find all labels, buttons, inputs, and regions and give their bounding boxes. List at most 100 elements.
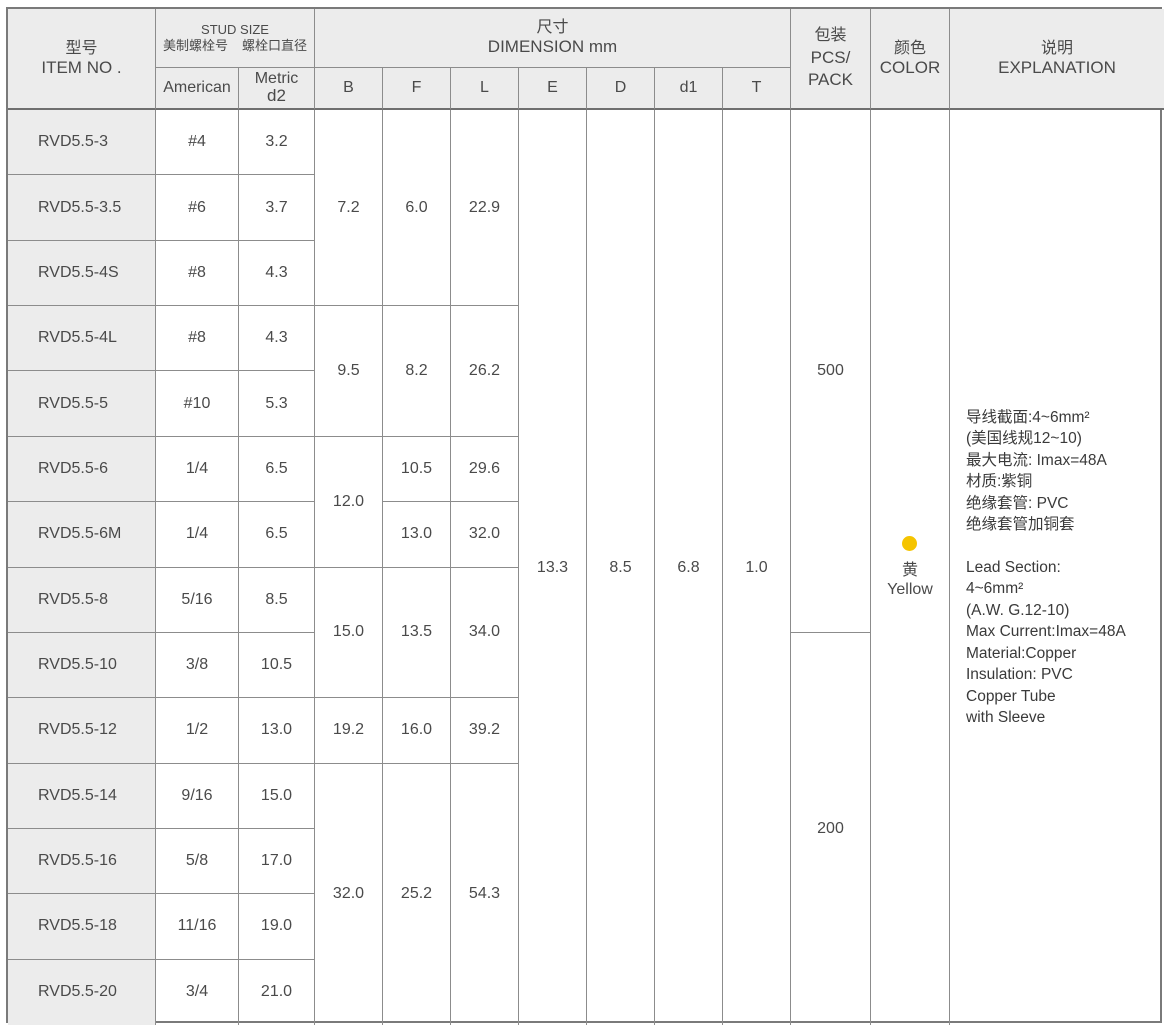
header-col-l: L bbox=[451, 68, 519, 110]
table-row-metric: 8.5 bbox=[239, 567, 315, 633]
expl-spacer bbox=[966, 536, 1126, 557]
table-row-item: RVD5.5-4L bbox=[8, 306, 156, 372]
header-pack-en1: PCS/ bbox=[810, 47, 851, 67]
cell-b: 15.0 bbox=[315, 567, 383, 699]
cell-l: 29.6 bbox=[451, 436, 519, 503]
cell-t: 1.0 bbox=[723, 110, 791, 1026]
table-row-item: RVD5.5-8 bbox=[8, 567, 156, 633]
table-row-metric: 6.5 bbox=[239, 502, 315, 568]
cell-f: 16.0 bbox=[383, 698, 451, 764]
header-stud-title: STUD SIZE bbox=[201, 22, 269, 38]
cell-pack: 500 bbox=[791, 110, 871, 633]
expl-en-line: (A.W. G.12-10) bbox=[966, 601, 1070, 619]
table-row-american: #8 bbox=[156, 306, 239, 372]
expl-zh-line: 绝缘套管加铜套 bbox=[966, 516, 1075, 534]
header-stud-size: STUD SIZE 美制螺栓号 螺栓口直径 bbox=[156, 9, 315, 68]
cell-l: 34.0 bbox=[451, 567, 519, 699]
cell-b: 12.0 bbox=[315, 436, 383, 568]
table-row-american: #8 bbox=[156, 240, 239, 307]
expl-en-line: 4~6mm² bbox=[966, 580, 1024, 598]
header-dim-en: DIMENSION mm bbox=[487, 37, 618, 57]
table-row-american: 11/16 bbox=[156, 894, 239, 960]
table-row-item: RVD5.5-6 bbox=[8, 436, 156, 503]
cell-d1: 6.8 bbox=[655, 110, 723, 1026]
table-row-item: RVD5.5-3 bbox=[8, 110, 156, 176]
color-zh: 黄 bbox=[901, 561, 918, 579]
header-explanation: 说明 EXPLANATION bbox=[950, 9, 1164, 110]
header-dim-zh: 尺寸 bbox=[536, 19, 569, 37]
table-row-item: RVD5.5-12 bbox=[8, 698, 156, 764]
header-pack: 包装 PCS/ PACK bbox=[791, 9, 871, 110]
cell-b: 32.0 bbox=[315, 763, 383, 1026]
expl-en-line: Max Current:Imax=48A bbox=[966, 623, 1126, 641]
header-item-en: ITEM NO . bbox=[41, 57, 122, 77]
header-col-b-label: B bbox=[343, 79, 354, 96]
table-row-american: 5/8 bbox=[156, 828, 239, 895]
expl-zh-line: 绝缘套管: PVC bbox=[966, 494, 1069, 512]
header-col-f-label: F bbox=[411, 79, 422, 96]
cell-e: 13.3 bbox=[519, 110, 587, 1026]
table-row-american: #4 bbox=[156, 110, 239, 176]
header-pack-en2: PACK bbox=[807, 69, 854, 89]
cell-l: 39.2 bbox=[451, 698, 519, 764]
header-col-l-label: L bbox=[480, 79, 489, 96]
header-item-zh: 型号 bbox=[65, 39, 98, 57]
table-row-american: #10 bbox=[156, 371, 239, 437]
expl-en-line: with Sleeve bbox=[966, 709, 1046, 727]
table-row-american: 1/2 bbox=[156, 698, 239, 764]
header-color-zh: 颜色 bbox=[893, 39, 926, 57]
header-col-t-label: T bbox=[751, 79, 762, 96]
table-row-american: 9/16 bbox=[156, 763, 239, 829]
table-row-american: 1/4 bbox=[156, 502, 239, 568]
cell-b: 7.2 bbox=[315, 110, 383, 307]
cell-l: 22.9 bbox=[451, 110, 519, 307]
expl-en-line: Insulation: PVC bbox=[966, 666, 1073, 684]
header-col-t: T bbox=[723, 68, 791, 110]
table-row-item: RVD5.5-16 bbox=[8, 828, 156, 895]
cell-l: 26.2 bbox=[451, 306, 519, 437]
table-row-item: RVD5.5-3.5 bbox=[8, 175, 156, 241]
header-col-f: F bbox=[383, 68, 451, 110]
table-row-metric: 3.7 bbox=[239, 175, 315, 241]
table-row-metric: 21.0 bbox=[239, 959, 315, 1026]
table-row-american: 3/8 bbox=[156, 632, 239, 699]
table-row-item: RVD5.5-6M bbox=[8, 502, 156, 568]
table-row-metric: 5.3 bbox=[239, 371, 315, 437]
cell-f: 10.5 bbox=[383, 436, 451, 503]
header-col-d1: d1 bbox=[655, 68, 723, 110]
expl-en-line: Material:Copper bbox=[966, 644, 1077, 662]
table-row-metric: 19.0 bbox=[239, 894, 315, 960]
header-col-d: D bbox=[587, 68, 655, 110]
header-color: 颜色 COLOR bbox=[871, 9, 950, 110]
table-row-american: 1/4 bbox=[156, 436, 239, 503]
header-col-d-label: D bbox=[614, 79, 627, 96]
table-row-american: #6 bbox=[156, 175, 239, 241]
header-metric-line1: Metric bbox=[254, 69, 299, 87]
table-row-metric: 3.2 bbox=[239, 110, 315, 176]
header-stud-sub: 美制螺栓号 螺栓口直径 bbox=[163, 38, 307, 54]
expl-zh-line: 材质:紫铜 bbox=[966, 473, 1033, 491]
header-american: American bbox=[156, 68, 239, 110]
cell-d: 8.5 bbox=[587, 110, 655, 1026]
table-row-metric: 15.0 bbox=[239, 763, 315, 829]
header-item-no: 型号 ITEM NO . bbox=[8, 9, 156, 110]
table-row-item: RVD5.5-18 bbox=[8, 894, 156, 960]
header-american-label: American bbox=[163, 79, 231, 96]
cell-l: 54.3 bbox=[451, 763, 519, 1026]
expl-zh-line: 最大电流: Imax=48A bbox=[966, 451, 1107, 469]
cell-explanation: 导线截面:4~6mm² (美国线规12~10) 最大电流: Imax=48A 材… bbox=[950, 110, 1164, 1025]
table-row-metric: 4.3 bbox=[239, 240, 315, 307]
header-color-en: COLOR bbox=[879, 57, 941, 77]
header-col-e-label: E bbox=[547, 79, 558, 96]
table-row-metric: 4.3 bbox=[239, 306, 315, 372]
yellow-dot-icon bbox=[902, 535, 918, 551]
header-col-d1-label: d1 bbox=[679, 79, 698, 96]
cell-f: 25.2 bbox=[383, 763, 451, 1026]
table-row-item: RVD5.5-4S bbox=[8, 240, 156, 307]
cell-b: 19.2 bbox=[315, 698, 383, 764]
expl-zh-line: 导线截面:4~6mm² bbox=[966, 408, 1090, 426]
header-col-b: B bbox=[315, 68, 383, 110]
cell-f: 8.2 bbox=[383, 306, 451, 437]
table-row-metric: 17.0 bbox=[239, 828, 315, 895]
table-row-item: RVD5.5-10 bbox=[8, 632, 156, 699]
